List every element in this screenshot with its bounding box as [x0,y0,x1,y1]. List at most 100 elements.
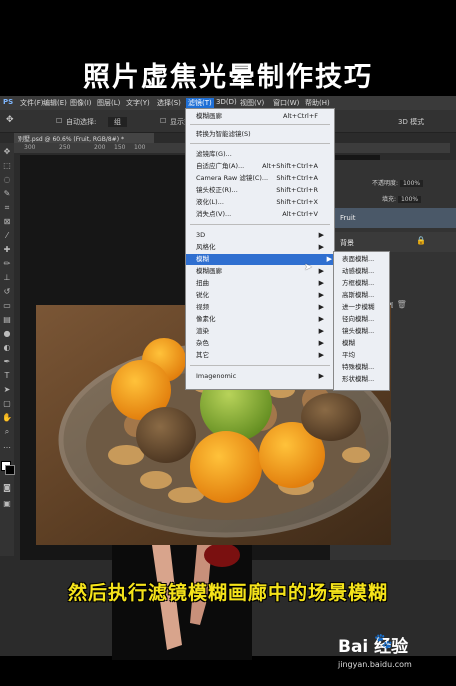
menu-item-other[interactable]: 其它 ▶ [196,350,326,361]
menu-item-shortcut: Alt+Shift+Ctrl+A [262,162,318,170]
stamp-icon[interactable]: ⊥ [2,273,12,283]
opacity-input[interactable]: 100% [399,180,424,187]
submenu-item-box-blur[interactable]: 方框模糊... [342,277,374,289]
submenu-item-smart-blur[interactable]: 特殊模糊... [342,361,374,373]
menu-item-camera-raw[interactable]: Camera Raw 滤镜(C)... Shift+Ctrl+A [196,173,326,184]
pen-icon[interactable]: ✒ [2,357,12,367]
dodge-icon[interactable]: ◐ [2,343,12,353]
type-icon[interactable]: T [2,371,12,381]
menu-item-label: 自适应广角(A)... [196,162,245,170]
blur-icon[interactable]: ● [2,329,12,339]
more-tools-icon[interactable]: … [2,441,12,451]
menu-item-shortcut: Alt+Ctrl+V [282,210,318,218]
menu-item-label: 液化(L)... [196,198,224,206]
show-transform-checkbox[interactable]: ☐ [160,117,166,125]
screen-mode-icon[interactable]: ▣ [2,499,12,509]
submenu-item-shape-blur[interactable]: 形状模糊... [342,373,374,385]
menu-item-imagenomic[interactable]: Imagenomic ▶ [196,371,326,382]
document-tab[interactable]: 别墅.psd @ 60.6% (Fruit, RGB/8#) * [14,133,154,143]
layer-row-background[interactable]: 背景 🔒 [330,232,456,252]
menu-divider [190,365,330,366]
menu-item-render[interactable]: 渲染 ▶ [196,326,326,337]
quick-select-icon[interactable]: ✎ [2,189,12,199]
rectangle-icon[interactable]: ▢ [2,399,12,409]
menu-item-last-filter[interactable]: 模糊画廊 Alt+Ctrl+F [196,111,326,122]
menu-item-filter-gallery[interactable]: 滤镜库(G)... [196,149,326,160]
submenu-item-blur[interactable]: 模糊 [342,337,355,349]
hand-icon[interactable]: ✋ [2,413,12,423]
menu-item-stylize[interactable]: 风格化 ▶ [196,242,326,253]
menu-type[interactable]: 文字(Y) [126,98,150,108]
lasso-icon[interactable]: ◌ [2,175,12,185]
gradient-icon[interactable]: ▤ [2,315,12,325]
menu-item-label: 模糊画廊 [196,267,222,275]
move-icon[interactable]: ✥ [2,147,12,157]
delete-layer-icon[interactable]: 🗑 [397,300,410,309]
menu-item-lens-correction[interactable]: 镜头校正(R)... Shift+Ctrl+R [196,185,326,196]
menu-select[interactable]: 选择(S) [157,98,181,108]
menu-item-label: 风格化 [196,243,216,251]
layer-name: 背景 [340,239,354,247]
menu-window[interactable]: 窗口(W) [273,98,299,108]
menu-item-label: 模糊 [196,255,209,263]
submenu-item-blur-more[interactable]: 进一步模糊 [342,301,375,313]
menu-edit[interactable]: 编辑(E) [43,98,67,108]
menu-item-vanishing-point[interactable]: 消失点(V)... Alt+Ctrl+V [196,209,326,220]
submenu-arrow-icon: ▶ [318,327,324,335]
crop-icon[interactable]: ⌗ [2,203,12,213]
path-select-icon[interactable]: ➤ [2,385,12,395]
eraser-icon[interactable]: ▭ [2,301,12,311]
menu-view[interactable]: 视图(V) [240,98,264,108]
auto-select-label: 自动选择: [66,118,97,126]
menu-item-distort[interactable]: 扭曲 ▶ [196,278,326,289]
move-tool-icon[interactable]: ✥ [6,115,14,125]
submenu-arrow-icon: ▶ [318,243,324,251]
menu-item-adaptive-wide-angle[interactable]: 自适应广角(A)... Alt+Shift+Ctrl+A [196,161,326,172]
blur-submenu: 表面模糊... 动感模糊... 方框模糊... 高斯模糊... 进一步模糊 径向… [333,251,390,391]
menu-3d[interactable]: 3D(D) [216,98,237,106]
ruler-tick: 250 [59,144,71,151]
menu-file[interactable]: 文件(F) [20,98,44,108]
background-color-swatch[interactable] [5,465,15,475]
baidu-watermark: Bai 经验 🐾 jingyan.baidu.com [338,632,453,682]
layer-row-fruit[interactable]: Fruit [330,208,456,228]
menu-divider [190,124,330,125]
document-tab-label: 别墅.psd @ 60.6% (Fruit, RGB/8#) * [18,136,124,143]
fill-label: 填充: [382,196,397,203]
menu-item-label: 其它 [196,351,209,359]
eyedropper-icon[interactable]: ⁄ [2,231,12,241]
submenu-item-radial-blur[interactable]: 径向模糊... [342,313,374,325]
menu-item-shortcut: Shift+Ctrl+A [276,174,318,182]
menu-item-pixelate[interactable]: 像素化 ▶ [196,314,326,325]
menu-image[interactable]: 图像(I) [70,98,92,108]
history-brush-icon[interactable]: ↺ [2,287,12,297]
brush-icon[interactable]: ✏ [2,259,12,269]
quick-mask-icon[interactable]: ◙ [2,483,12,493]
ruler-tick: 300 [24,144,36,151]
menu-item-liquify[interactable]: 液化(L)... Shift+Ctrl+X [196,197,326,208]
submenu-item-surface-blur[interactable]: 表面模糊... [342,253,374,265]
marquee-icon[interactable]: ⬚ [2,161,12,171]
menu-item-3d[interactable]: 3D ▶ [196,230,326,241]
submenu-item-average[interactable]: 平均 [342,349,355,361]
menu-filter[interactable]: 滤镜(T) [186,98,214,108]
zoom-icon[interactable]: ⌕ [2,427,12,437]
menu-item-noise[interactable]: 杂色 ▶ [196,338,326,349]
menu-item-video[interactable]: 视频 ▶ [196,302,326,313]
frame-icon[interactable]: ⊠ [2,217,12,227]
menu-help[interactable]: 帮助(H) [305,98,330,108]
menu-layer[interactable]: 图层(L) [97,98,120,108]
menu-item-sharpen[interactable]: 锐化 ▶ [196,290,326,301]
healing-icon[interactable]: ✚ [2,245,12,255]
auto-select-checkbox[interactable]: ☐ [56,117,62,125]
menu-item-label: 消失点(V)... [196,210,232,218]
menu-item-label: 镜头校正(R)... [196,186,238,194]
submenu-item-gaussian-blur[interactable]: 高斯模糊... [342,289,374,301]
menu-item-smart-filter[interactable]: 转换为智能滤镜(S) [196,129,326,140]
submenu-item-motion-blur[interactable]: 动感模糊... [342,265,374,277]
auto-select-dropdown[interactable]: 组 [108,117,127,127]
menu-divider [190,224,330,225]
submenu-item-lens-blur[interactable]: 镜头模糊... [342,325,374,337]
fill-input[interactable]: 100% [397,196,422,203]
layer-name: Fruit [340,214,356,222]
